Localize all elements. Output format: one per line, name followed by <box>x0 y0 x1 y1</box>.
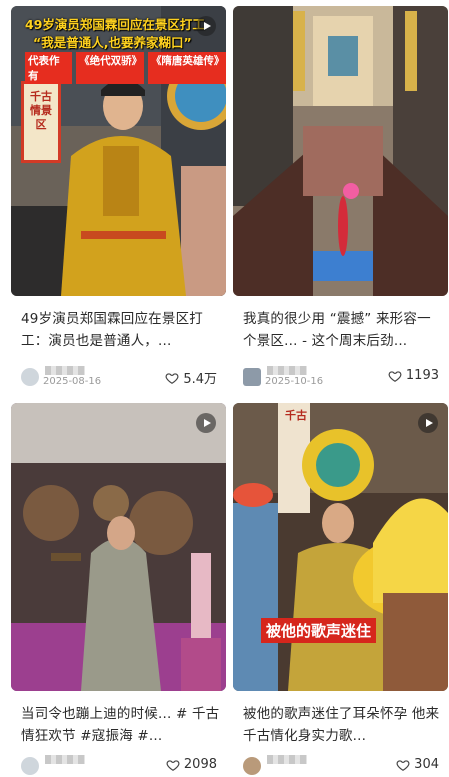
play-icon <box>196 16 216 36</box>
scenic-sign: 千古情景区 <box>30 90 52 131</box>
post-title[interactable]: 49岁演员郑国霖回应在景区打工：演员也是普通人，... <box>21 308 221 352</box>
overlay-sign: 千古 <box>285 409 307 422</box>
video-thumbnail[interactable] <box>11 403 226 691</box>
overlay-headline-2: “我是普通人,也要养家糊口” <box>33 35 192 50</box>
like-button[interactable]: 2098 <box>166 757 217 772</box>
heart-icon <box>396 759 410 771</box>
video-thumbnail[interactable]: 千古 被他的歌声迷住 <box>233 403 448 691</box>
like-button[interactable]: 1193 <box>388 368 439 383</box>
overlay-tag: 《隋唐英雄传》 <box>147 52 226 84</box>
like-button[interactable]: 304 <box>396 757 439 772</box>
username-blurred[interactable] <box>267 755 307 764</box>
play-icon <box>418 413 438 433</box>
heart-icon <box>166 759 180 771</box>
post-meta: 2025-08-16 5.4万 <box>21 366 221 388</box>
feed-card[interactable]: 当司令也蹦上迪的时候... # 千古情狂欢节 #寇振海 #... 2098 <box>11 403 226 777</box>
username-blurred[interactable] <box>45 755 85 764</box>
avatar[interactable] <box>243 757 261 775</box>
post-date: 2025-10-16 <box>265 376 324 387</box>
username-blurred[interactable] <box>267 366 307 375</box>
like-count: 2098 <box>183 757 217 772</box>
heart-icon <box>165 372 179 384</box>
overlay-caption: 被他的歌声迷住 <box>261 618 377 643</box>
post-meta: 304 <box>243 755 443 777</box>
post-title[interactable]: 被他的歌声迷住了耳朵怀孕 他来千古情化身实力歌... <box>243 703 443 747</box>
avatar[interactable] <box>243 368 261 386</box>
feed-card[interactable]: 千古 被他的歌声迷住 被他的歌声迷住了耳朵怀孕 他来千古情化身实力歌... 30… <box>233 403 448 777</box>
feed-card[interactable]: 我真的很少用 “震撼” 来形容一个景区... - 这个周末后劲... 2025-… <box>233 6 448 398</box>
feed-card[interactable]: 49岁演员郑国霖回应在景区打工 “我是普通人,也要养家糊口” 代表作有 《绝代双… <box>11 6 226 398</box>
like-count: 304 <box>414 757 439 772</box>
thumbnail-image <box>233 6 448 296</box>
thumbnail-image <box>11 403 226 691</box>
overlay-tag: 《绝代双骄》 <box>76 52 144 84</box>
post-title[interactable]: 当司令也蹦上迪的时候... # 千古情狂欢节 #寇振海 #... <box>21 703 221 747</box>
video-thumbnail[interactable]: 49岁演员郑国霖回应在景区打工 “我是普通人,也要养家糊口” 代表作有 《绝代双… <box>11 6 226 296</box>
thumbnail-image <box>233 403 448 691</box>
post-meta: 2025-10-16 1193 <box>243 366 443 388</box>
post-title[interactable]: 我真的很少用 “震撼” 来形容一个景区... - 这个周末后劲... <box>243 308 443 352</box>
heart-icon <box>388 370 402 382</box>
video-thumbnail[interactable] <box>233 6 448 296</box>
avatar[interactable] <box>21 757 39 775</box>
avatar[interactable] <box>21 368 39 386</box>
like-button[interactable]: 5.4万 <box>165 368 217 387</box>
post-date: 2025-08-16 <box>43 376 102 387</box>
overlay-headline-1: 49岁演员郑国霖回应在景区打工 <box>25 17 205 32</box>
post-meta: 2098 <box>21 755 221 777</box>
like-count: 5.4万 <box>183 372 217 387</box>
overlay-tag: 代表作有 <box>25 52 73 84</box>
like-count: 1193 <box>405 368 439 383</box>
overlay-tags: 代表作有 《绝代双骄》 《隋唐英雄传》 <box>25 52 226 84</box>
play-icon <box>196 413 216 433</box>
username-blurred[interactable] <box>45 366 85 375</box>
